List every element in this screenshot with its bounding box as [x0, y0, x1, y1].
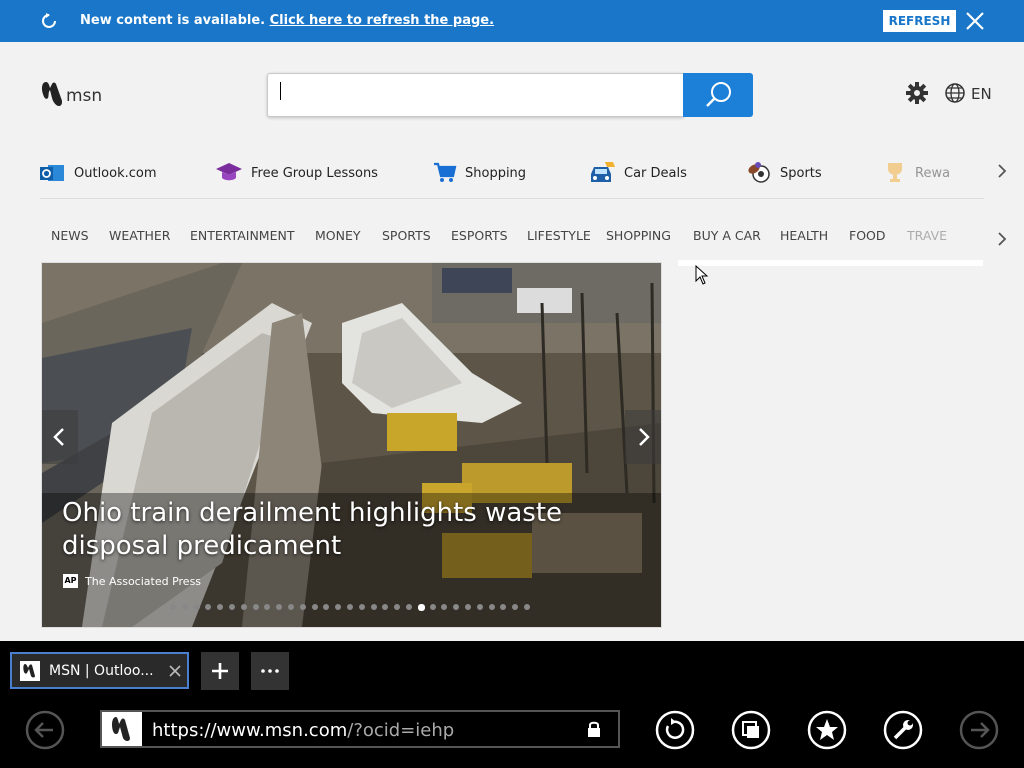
favorites-button[interactable] — [807, 710, 847, 750]
carousel-dot[interactable] — [252, 604, 259, 610]
plus-icon — [212, 663, 228, 679]
close-banner-icon[interactable] — [964, 10, 986, 32]
carousel-prev-button[interactable] — [42, 410, 78, 464]
carousel-dot[interactable] — [358, 604, 365, 610]
tab-title: MSN | Outloo... — [49, 663, 154, 679]
nav-esports[interactable]: ESPORTS — [451, 228, 508, 243]
carousel-dot[interactable] — [193, 604, 200, 610]
chevron-left-icon — [53, 428, 64, 446]
msn-logo-icon — [112, 717, 130, 741]
new-tab-button[interactable] — [201, 652, 239, 690]
text-caret — [280, 82, 281, 100]
hero-carousel-image[interactable] — [42, 263, 661, 627]
divider — [40, 198, 984, 199]
nav-sports[interactable]: SPORTS — [382, 228, 431, 243]
carousel-dot[interactable] — [476, 604, 483, 610]
address-bar[interactable]: https://www.msn.com/?ocid=iehp — [100, 710, 620, 748]
lock-icon[interactable] — [586, 720, 602, 738]
hero-source[interactable]: The Associated Press — [85, 575, 201, 588]
search-button[interactable] — [683, 73, 753, 117]
carousel-dot[interactable] — [288, 604, 294, 610]
refresh-icon[interactable] — [40, 12, 58, 30]
carousel-dot[interactable] — [417, 603, 425, 611]
nav-next-icon[interactable] — [995, 232, 1009, 246]
quick-links-next-icon[interactable] — [995, 164, 1009, 178]
msn-butterfly-logo[interactable] — [40, 80, 66, 110]
msn-favicon — [20, 661, 40, 681]
derailment-site-photo — [42, 263, 661, 627]
banner-message: New content is available. Click here to … — [80, 13, 495, 28]
chevron-right-icon — [639, 428, 650, 446]
search-icon — [706, 82, 731, 107]
quick-link-car-deals[interactable]: Car Deals — [588, 155, 687, 191]
quick-links-bar: Outlook.com Free Group Lessons Shopping … — [40, 155, 985, 195]
quick-link-outlook[interactable]: Outlook.com — [40, 155, 157, 191]
update-banner: New content is available. Click here to … — [0, 0, 1024, 42]
nav-entertainment[interactable]: ENTERTAINMENT — [190, 228, 294, 243]
back-button[interactable] — [25, 710, 65, 750]
gear-icon[interactable] — [906, 82, 928, 104]
site-favicon — [102, 712, 142, 746]
tabs-button[interactable] — [731, 710, 771, 750]
nav-news[interactable]: NEWS — [51, 228, 89, 243]
quick-link-sports[interactable]: Sports — [746, 155, 822, 191]
shopping-cart-icon — [434, 162, 457, 182]
url-text[interactable]: https://www.msn.com/?ocid=iehp — [152, 720, 454, 741]
nav-health[interactable]: HEALTH — [780, 228, 828, 243]
nav-lifestyle[interactable]: LIFESTYLE — [527, 228, 591, 243]
carousel-dot[interactable] — [240, 604, 247, 610]
tools-button[interactable] — [883, 710, 923, 750]
mouse-cursor-icon — [695, 265, 709, 285]
more-icon — [261, 669, 279, 673]
forward-button[interactable] — [959, 710, 999, 750]
search-input[interactable] — [267, 73, 684, 117]
carousel-dot[interactable] — [406, 604, 412, 610]
nav-travel[interactable]: TRAVE — [907, 228, 947, 243]
reload-button[interactable] — [655, 710, 695, 750]
close-tab-icon[interactable] — [168, 664, 182, 678]
refresh-button[interactable]: REFRESH — [883, 10, 956, 32]
carousel-dot[interactable] — [299, 604, 306, 610]
source-logo: AP — [63, 574, 78, 588]
carousel-dot[interactable] — [347, 604, 353, 610]
nav-shopping[interactable]: SHOPPING — [606, 228, 671, 243]
carousel-dot[interactable] — [229, 604, 235, 610]
trophy-icon — [888, 163, 902, 182]
carousel-dot[interactable] — [181, 604, 188, 610]
quick-link-group-lessons[interactable]: Free Group Lessons — [215, 155, 378, 191]
nav-money[interactable]: MONEY — [315, 228, 361, 243]
category-nav: NEWS WEATHER ENTERTAINMENT MONEY SPORTS … — [40, 222, 960, 248]
carousel-dot[interactable] — [429, 604, 436, 610]
globe-icon[interactable] — [944, 82, 966, 104]
sports-balls-icon — [748, 162, 770, 183]
quick-link-rewards[interactable]: Rewa — [883, 155, 953, 191]
browser-tab[interactable]: MSN | Outloo... — [10, 652, 189, 689]
nav-buy-a-car[interactable]: BUY A CAR — [693, 228, 761, 243]
right-content-placeholder — [678, 260, 983, 266]
nav-weather[interactable]: WEATHER — [109, 228, 170, 243]
carousel-dot[interactable] — [170, 604, 176, 610]
quick-link-shopping[interactable]: Shopping — [433, 155, 526, 191]
hero-headline[interactable]: Ohio train derailment highlights waste d… — [62, 497, 652, 563]
refresh-link[interactable]: Click here to refresh the page. — [270, 13, 494, 28]
tab-options-button[interactable] — [251, 652, 289, 690]
graduation-cap-icon — [216, 163, 242, 181]
language-selector[interactable]: EN — [971, 85, 992, 103]
carousel-dot[interactable] — [488, 604, 495, 610]
outlook-icon — [40, 165, 64, 181]
carousel-dot[interactable] — [370, 604, 377, 610]
carousel-dot[interactable] — [465, 604, 471, 610]
nav-food[interactable]: FOOD — [849, 228, 886, 243]
msn-logo-text: msn — [66, 86, 103, 106]
carousel-dot[interactable] — [524, 604, 530, 610]
carousel-dot[interactable] — [311, 604, 318, 610]
carousel-next-button[interactable] — [625, 410, 661, 464]
car-icon — [591, 162, 615, 182]
